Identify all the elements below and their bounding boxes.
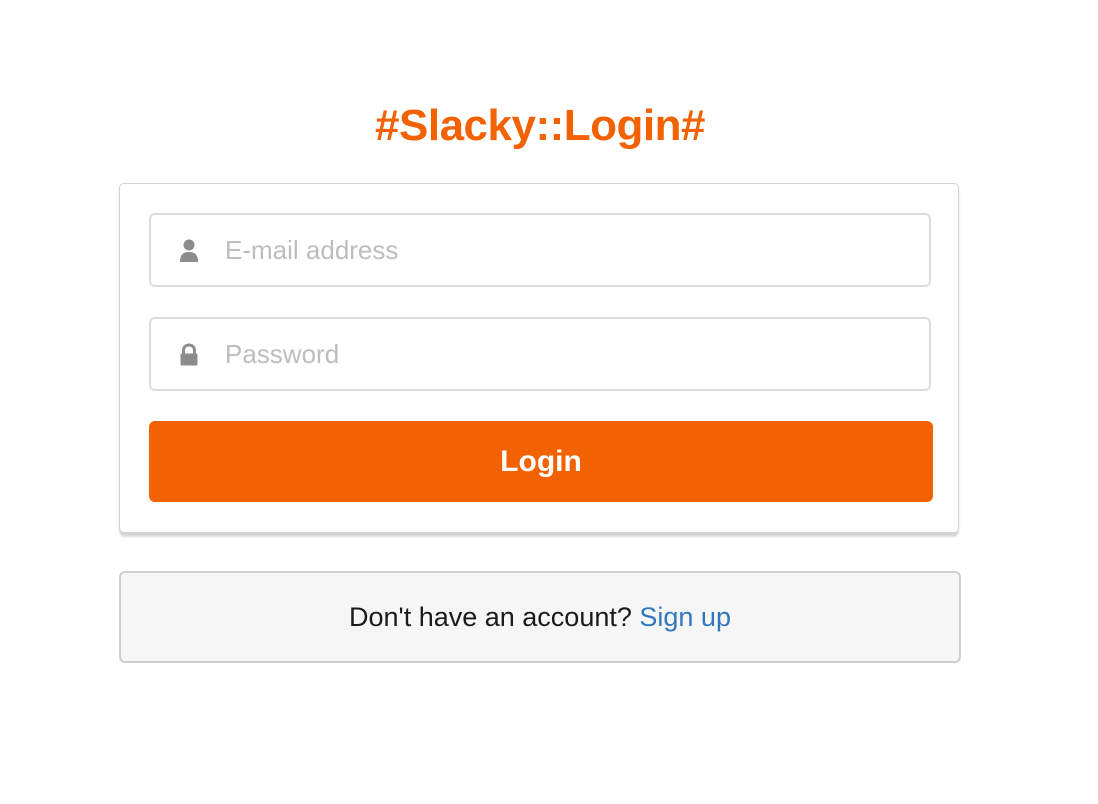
user-icon [179,239,199,263]
login-button[interactable]: Login [149,421,933,502]
email-input[interactable] [225,215,915,285]
password-input[interactable] [225,319,915,389]
page-title: #Slacky::Login# [375,101,705,150]
email-field[interactable] [149,213,931,287]
login-form: Login [119,183,959,533]
signup-link[interactable]: Sign up [639,602,731,632]
password-field[interactable] [149,317,931,391]
signup-message: Don't have an account? Sign up [119,571,961,663]
login-page: #Slacky::Login# Login Don't have an [0,0,1098,804]
lock-icon [179,343,199,367]
signup-prompt: Don't have an account? [349,602,632,632]
